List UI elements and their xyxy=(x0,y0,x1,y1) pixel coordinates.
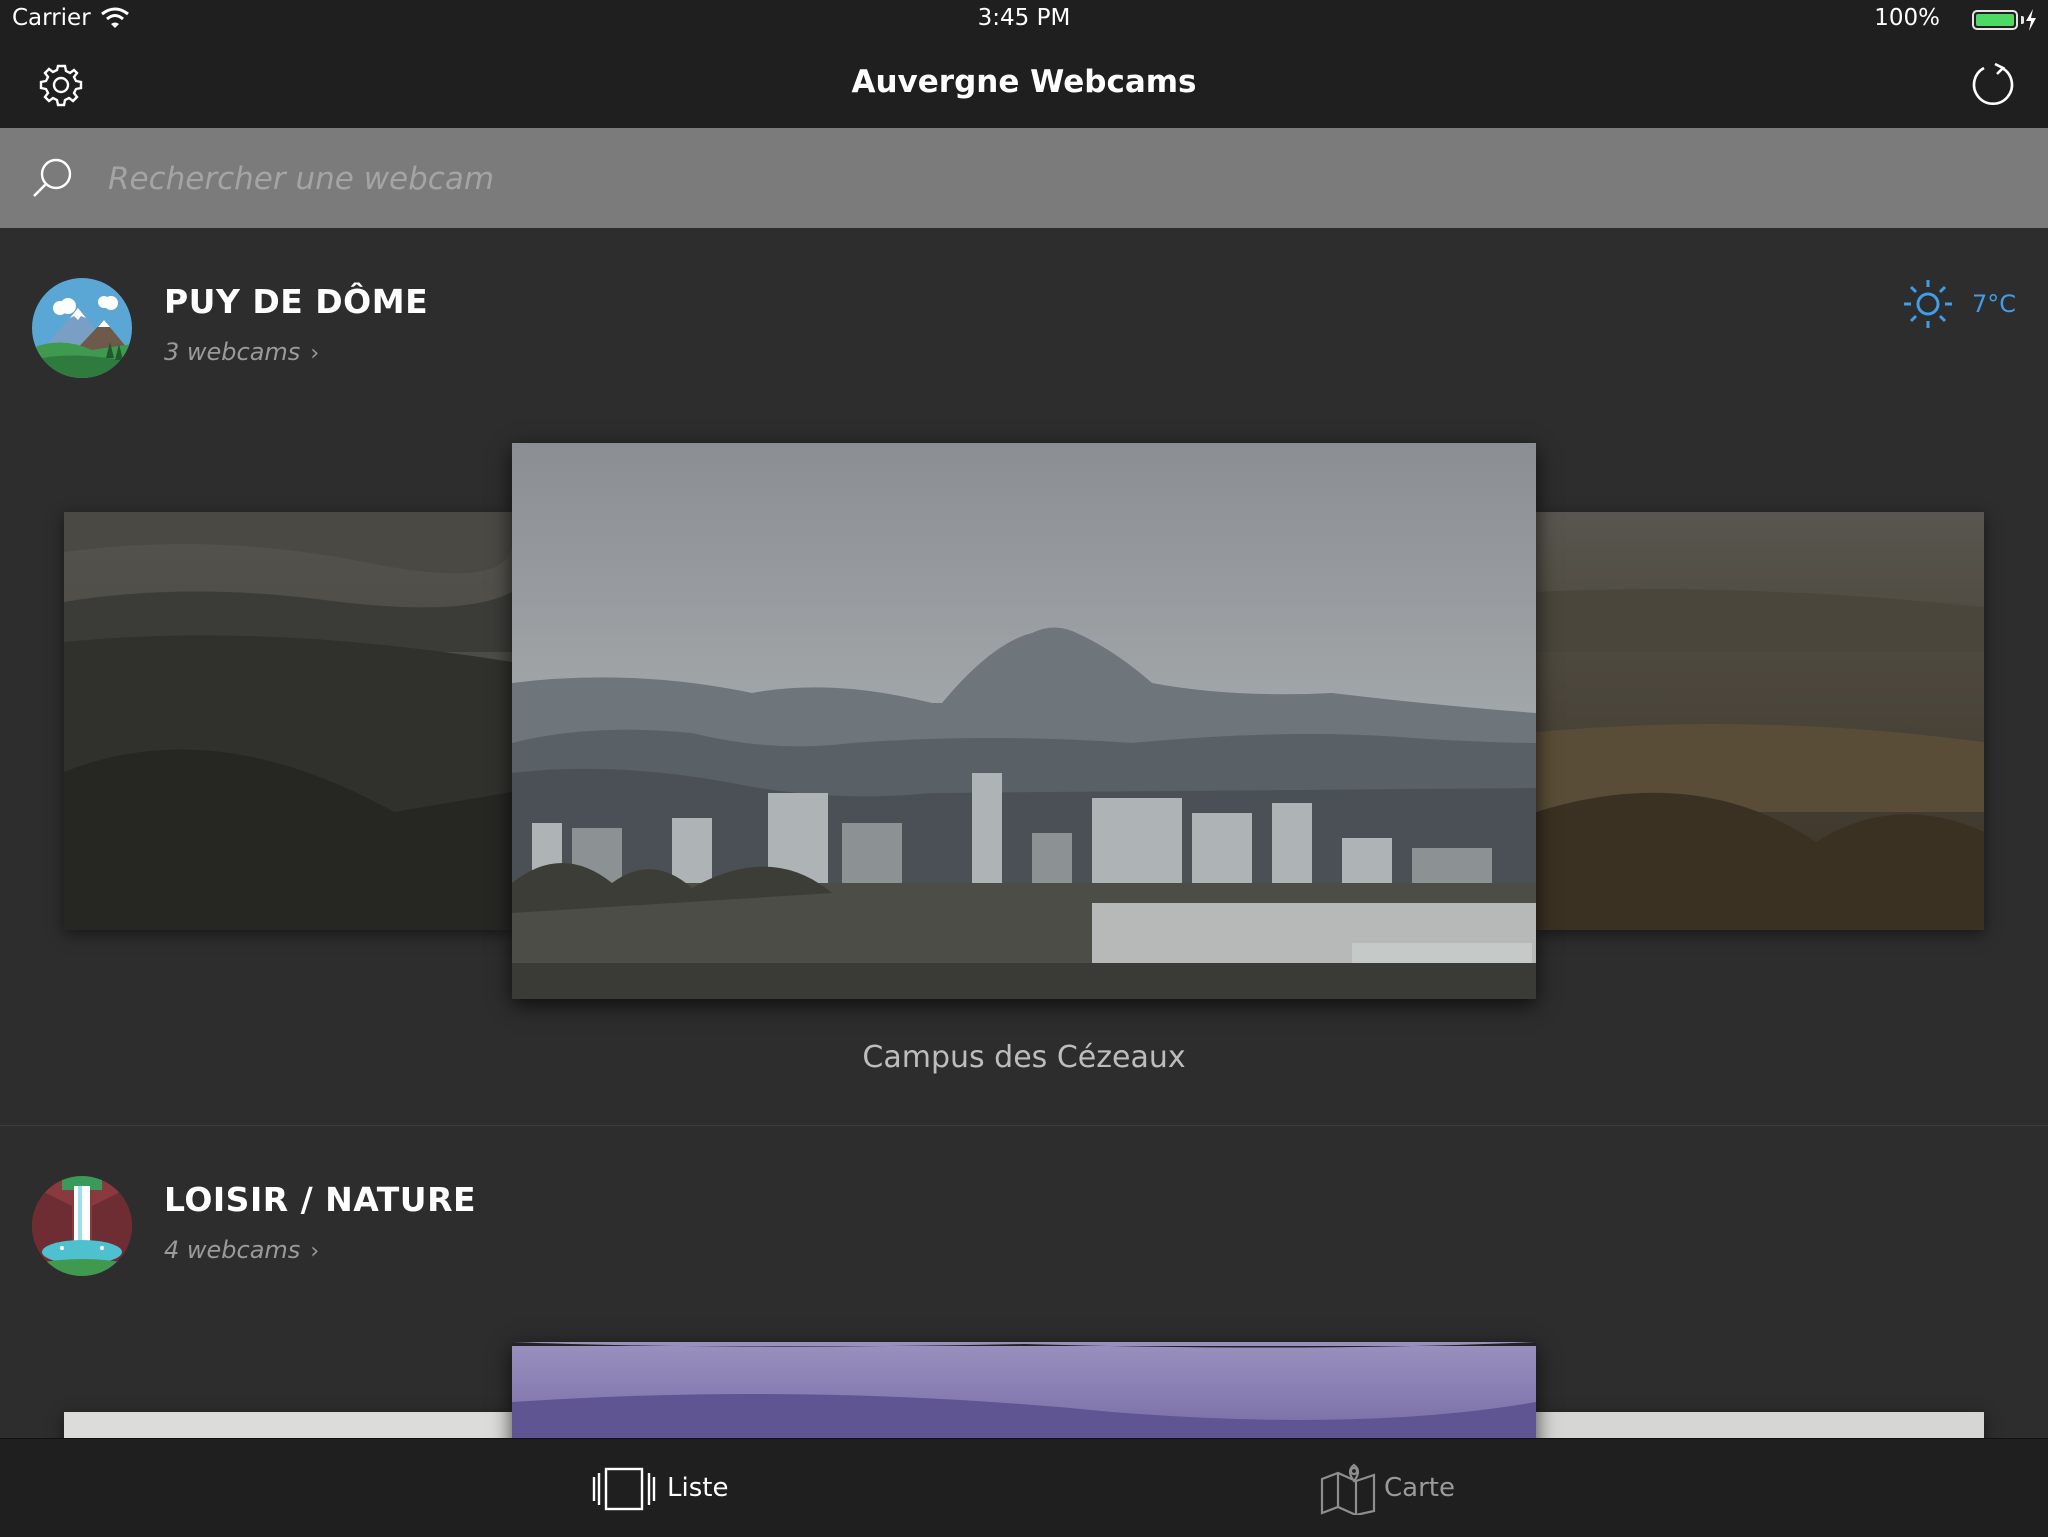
tab-liste[interactable]: Liste xyxy=(592,1461,742,1517)
webcam-count-label: 3 webcams xyxy=(164,338,301,366)
category-title: PUY DE DÔME xyxy=(164,282,429,321)
tab-carte[interactable]: Carte xyxy=(1320,1461,1480,1517)
webcam-thumbnail-left[interactable] xyxy=(64,512,512,930)
chevron-right-icon: › xyxy=(310,1239,320,1264)
weather-widget: 7°C xyxy=(1896,278,2016,332)
sun-icon xyxy=(1904,280,1952,328)
category-loisir-nature[interactable]: LOISIR / NATURE 4 webcams › xyxy=(0,1126,2048,1438)
tab-bar: Liste Carte xyxy=(0,1438,2048,1537)
chevron-right-icon: › xyxy=(310,341,320,366)
carousel-icon xyxy=(592,1467,656,1511)
category-avatar-mountains xyxy=(32,278,132,378)
webcam-image-featured[interactable] xyxy=(512,443,1536,999)
category-title: LOISIR / NATURE xyxy=(164,1180,477,1219)
webcam-caption: Campus des Cézeaux xyxy=(862,1040,1186,1075)
tab-label: Carte xyxy=(1384,1473,1455,1503)
battery-icon xyxy=(1972,10,2018,30)
map-icon xyxy=(1320,1463,1376,1515)
search-icon xyxy=(33,158,72,197)
clock: 3:45 PM xyxy=(977,5,1071,31)
webcam-count-link[interactable]: 4 webcams › xyxy=(164,1236,319,1264)
status-bar: Carrier 3:45 PM 100% xyxy=(0,0,2048,42)
search-input[interactable] xyxy=(106,150,1910,208)
webcam-thumbnail-left[interactable] xyxy=(64,1412,512,1438)
webcam-image-featured[interactable] xyxy=(512,1342,1536,1438)
tab-label: Liste xyxy=(667,1473,729,1503)
navigation-bar: Auvergne Webcams xyxy=(0,42,2048,128)
charging-icon xyxy=(2026,9,2036,31)
webcam-count-label: 4 webcams xyxy=(164,1236,301,1264)
battery-percent: 100% xyxy=(1874,5,1940,31)
temperature: 7°C xyxy=(1971,290,2016,318)
category-avatar-waterfall xyxy=(32,1176,132,1276)
webcam-count-link[interactable]: 3 webcams › xyxy=(164,338,319,366)
category-puy-de-dome[interactable]: PUY DE DÔME 3 webcams › 7°C Campus des C… xyxy=(0,228,2048,1126)
webcam-thumbnail-right[interactable] xyxy=(1536,1412,1984,1438)
refresh-icon[interactable] xyxy=(1968,60,2018,110)
search-bar xyxy=(0,128,2048,228)
page-title: Auvergne Webcams xyxy=(851,64,1197,100)
webcam-thumbnail-right[interactable] xyxy=(1536,512,1984,930)
